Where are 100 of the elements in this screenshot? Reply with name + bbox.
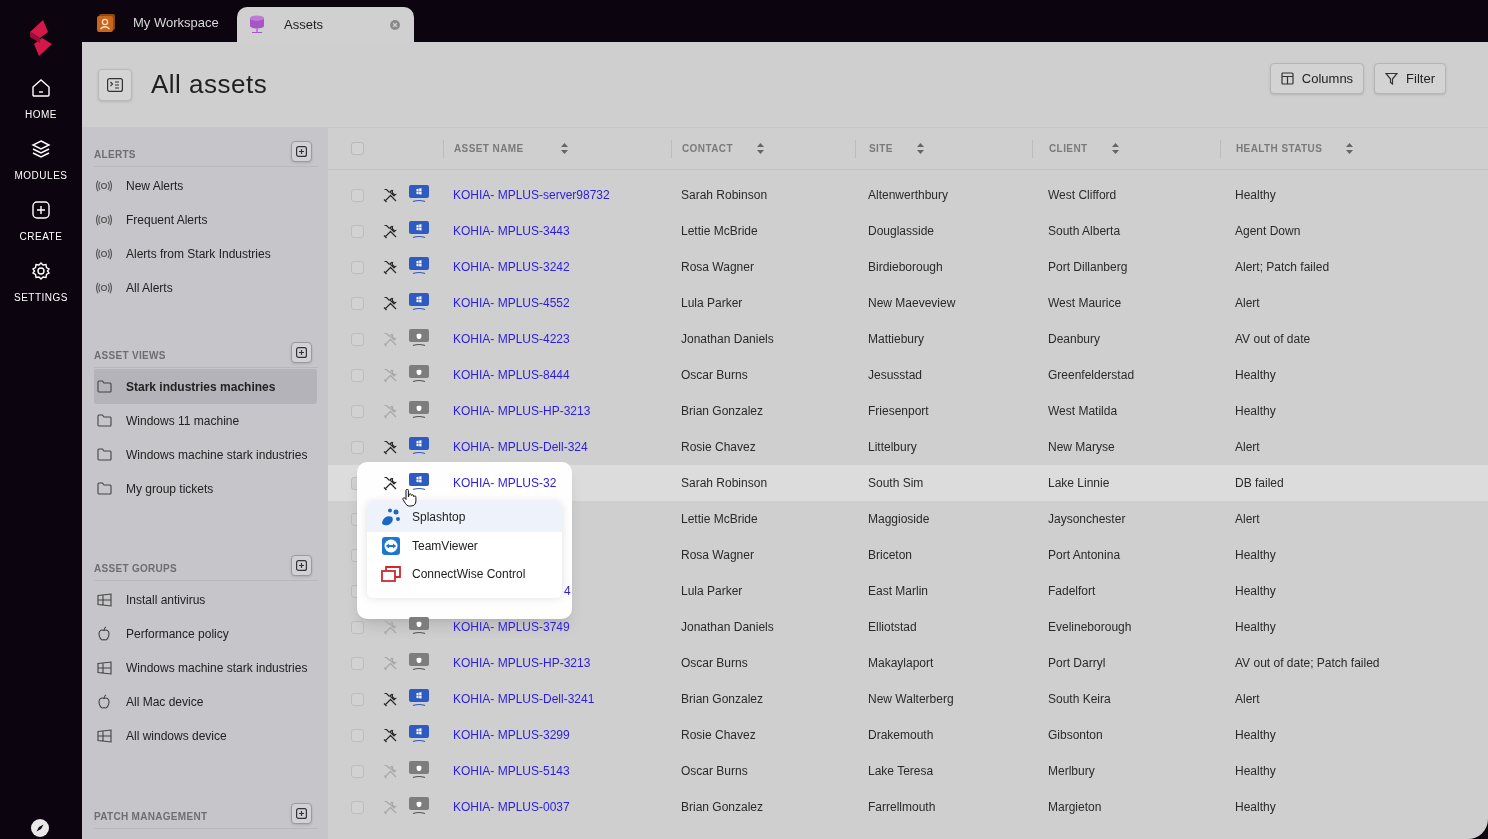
asset-link[interactable]: KOHIA- MPLUS-3299 <box>453 728 570 742</box>
table-cell-text: Greenfelderstad <box>1047 367 1136 384</box>
table-cell-text: Jesusstad <box>867 367 924 384</box>
compass-icon[interactable] <box>31 819 49 837</box>
sort-icon[interactable] <box>560 143 568 154</box>
row-checkbox[interactable] <box>351 620 364 634</box>
section-heading: PATCH MANAGEMENT <box>94 810 208 824</box>
add-button[interactable] <box>291 803 312 824</box>
filter-button[interactable]: Filter <box>1374 63 1446 94</box>
table-cell-text: Briceton <box>867 547 914 564</box>
sidebar-item[interactable]: Install antivirus <box>94 582 317 617</box>
table-cell-text: Margieton <box>1047 799 1103 816</box>
sidebar-item[interactable]: Frequent Alerts <box>94 202 317 237</box>
table-cell-text: Healthy <box>1234 619 1277 636</box>
sidebar-item[interactable]: Stark industries machines <box>94 369 317 404</box>
table-cell-text: New Walterberg <box>867 691 955 708</box>
sidebar-item[interactable]: All Alerts <box>94 270 317 305</box>
sidebar-item[interactable]: All windows device <box>94 718 317 753</box>
sort-icon[interactable] <box>756 143 764 154</box>
add-button[interactable] <box>291 555 312 576</box>
sort-icon[interactable] <box>1346 143 1354 154</box>
sidebar-item[interactable]: Windows 11 machine <box>94 403 317 438</box>
tab[interactable]: My Workspace <box>95 7 237 42</box>
table-cell-text: East Marlin <box>867 583 930 600</box>
sidebar-item[interactable]: Alerts from Stark Industries <box>94 236 317 271</box>
table-cell-text: New Maeveview <box>867 295 957 312</box>
sidebar-item[interactable]: Windows machine stark industries <box>94 650 317 685</box>
asset-link[interactable]: KOHIA- MPLUS-4223 <box>453 332 570 346</box>
tab[interactable]: Assets <box>237 7 414 42</box>
console-button[interactable] <box>98 68 132 101</box>
asset-link[interactable]: KOHIA- MPLUS-4552 <box>453 296 570 310</box>
sidebar-item[interactable]: My group tickets <box>94 471 317 506</box>
close-icon[interactable] <box>390 19 400 30</box>
table-cell-text: Oscar Burns <box>680 655 749 672</box>
apple-monitor-icon <box>409 761 429 779</box>
apple-monitor-icon <box>409 401 429 419</box>
pointer-cursor-icon <box>402 489 417 507</box>
broadcast-icon <box>96 179 112 192</box>
asset-link[interactable]: KOHIA- MPLUS-3242 <box>453 260 570 274</box>
nav-item[interactable]: MODULES <box>6 139 76 183</box>
asset-link[interactable]: KOHIA- MPLUS-3749 <box>453 620 570 634</box>
add-button[interactable] <box>291 342 312 363</box>
asset-link[interactable]: KOHIA- MPLUS-server98732 <box>453 188 610 202</box>
table-cell-text: Lula Parker <box>680 583 744 600</box>
folder-icon <box>96 380 112 393</box>
sort-icon[interactable] <box>916 143 924 154</box>
asset-link[interactable]: KOHIA- MPLUS-Dell-3241 <box>453 692 595 706</box>
table-cell-text: Makaylaport <box>867 655 935 672</box>
table-cell-text: Alert <box>1234 511 1261 528</box>
table-cell-text: Lettie McBride <box>680 223 759 240</box>
splash-icon <box>381 508 401 526</box>
table-cell-text: Oscar Burns <box>680 367 749 384</box>
folder-icon <box>96 448 112 461</box>
asset-link[interactable]: KOHIA- MPLUS-HP-3213 <box>453 656 591 670</box>
table-cell-text: Lake Linnie <box>1047 475 1111 492</box>
plus-icon <box>296 146 307 157</box>
table-cell-text: Jonathan Daniels <box>680 331 775 348</box>
asset-link[interactable]: KOHIA- MPLUS-HP-3213 <box>453 404 591 418</box>
menu-item[interactable]: ConnectWise Control <box>367 560 562 588</box>
asset-link[interactable]: KOHIA- MPLUS-8444 <box>453 368 570 382</box>
tab-label: Assets <box>284 15 324 34</box>
asset-link[interactable]: KOHIA- MPLUS-Dell-324 <box>453 440 588 454</box>
table-cell-text: Sarah Robinson <box>680 475 769 492</box>
asset-link[interactable]: KOHIA- MPLUS-5143 <box>453 764 570 778</box>
asset-link[interactable]: KOHIA- MPLUS-0037 <box>453 800 570 814</box>
table-cell-text: AV out of date <box>1234 331 1312 348</box>
section-heading: ASSET GORUPS <box>94 562 178 576</box>
table-cell-text: West Matilda <box>1047 403 1119 420</box>
table-cell-text: Deanbury <box>1047 331 1102 348</box>
table-cell-text: Port Darryl <box>1047 655 1107 672</box>
page-title: All assets <box>151 68 268 101</box>
sidebar-item[interactable]: Windows machine stark industries <box>94 437 317 472</box>
add-button[interactable] <box>291 141 312 162</box>
sidebar-item[interactable]: All Mac device <box>94 684 317 719</box>
windows-monitor-icon <box>409 473 429 491</box>
menu-item[interactable]: TeamViewer <box>367 532 562 560</box>
sidebar-item[interactable]: New Alerts <box>94 168 317 203</box>
table-cell-text: South Keira <box>1047 691 1112 708</box>
nav-item[interactable]: SETTINGS <box>6 261 76 305</box>
table-cell-text: Lake Teresa <box>867 763 935 780</box>
plus-icon <box>296 808 307 819</box>
apple-monitor-icon <box>409 797 429 815</box>
sidebar-item[interactable]: Performance policy <box>94 616 317 651</box>
select-all-checkbox[interactable] <box>351 142 364 155</box>
columns-button[interactable]: Columns <box>1269 63 1365 94</box>
table-cell-text: Rosa Wagner <box>680 547 755 564</box>
plus-icon <box>296 347 307 358</box>
apple-monitor-icon <box>409 329 429 347</box>
menu-item[interactable]: Splashtop <box>367 502 562 532</box>
nav-item[interactable]: CREATE <box>6 200 76 244</box>
table-cell-text: Lula Parker <box>680 295 744 312</box>
table-cell-text: Evelineborough <box>1047 619 1133 636</box>
asset-link[interactable]: KOHIA- MPLUS-3443 <box>453 224 570 238</box>
table-cell-text: South Alberta <box>1047 223 1122 240</box>
folder-icon <box>96 482 112 495</box>
tab-label: My Workspace <box>133 13 220 32</box>
sort-icon[interactable] <box>1111 143 1119 154</box>
asset-link[interactable]: 4 <box>564 584 571 598</box>
asset-link[interactable]: KOHIA- MPLUS-32 <box>453 476 557 490</box>
nav-item[interactable]: HOME <box>6 78 76 122</box>
